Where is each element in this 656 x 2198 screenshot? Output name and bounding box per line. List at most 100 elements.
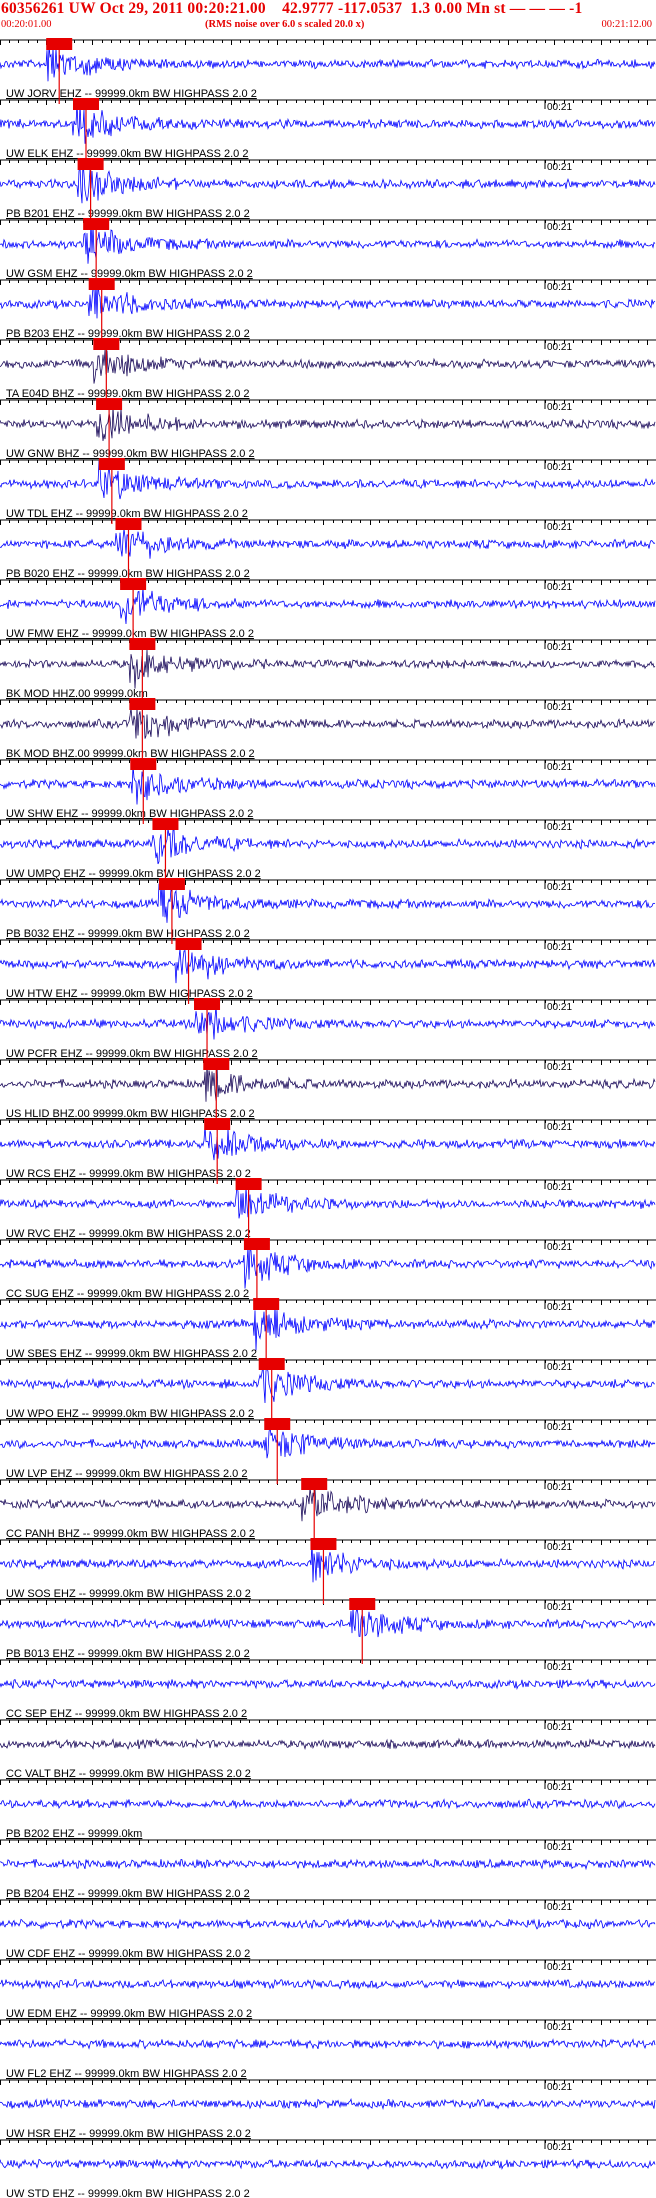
- trace-label: UW STD EHZ -- 99999.0km BW HIGHPASS 2.0 …: [6, 2188, 250, 2198]
- trace-label: BK MOD HHZ.00 99999.0km: [6, 688, 148, 700]
- pick-flag: [129, 698, 156, 710]
- trace-waveform: [0, 349, 656, 384]
- pick-flag: [243, 1238, 270, 1250]
- minute-mark-label: 00:21: [547, 1902, 572, 1913]
- window-end-time: 00:21:12.00: [601, 19, 652, 30]
- trace-label: UW RVC EHZ -- 99999.0km BW HIGHPASS 2.0 …: [6, 1228, 251, 1240]
- pick-flag: [158, 878, 185, 890]
- trace-label: UW HSR EHZ -- 99999.0km BW HIGHPASS 2.0 …: [6, 2128, 251, 2140]
- minute-mark-label: 00:21: [547, 2142, 572, 2153]
- trace-label: PB B202 EHZ -- 99999.0km: [6, 1828, 142, 1840]
- trace-label: TA E04D BHZ -- 99999.0km BW HIGHPASS 2.0…: [6, 388, 250, 400]
- pick-flag: [253, 1298, 280, 1310]
- minute-mark-label: 00:21: [547, 702, 572, 713]
- minute-mark-label: 00:21: [547, 1302, 572, 1313]
- trace-label: UW RCS EHZ -- 99999.0km BW HIGHPASS 2.0 …: [6, 1168, 251, 1180]
- minute-mark-label: 00:21: [547, 882, 572, 893]
- minute-mark-label: 00:21: [547, 1662, 572, 1673]
- plot-header: 60356261 UW Oct 29, 2011 00:20:21.00 42.…: [0, 0, 656, 36]
- trace-waveform: [0, 1798, 656, 1810]
- minute-mark-label: 00:21: [547, 1422, 572, 1433]
- minute-mark-label: 00:21: [547, 1782, 572, 1793]
- trace-label: PB B203 EHZ -- 99999.0km BW HIGHPASS 2.0…: [6, 328, 250, 340]
- minute-mark-label: 00:21: [547, 402, 572, 413]
- pick-flag: [204, 1118, 231, 1130]
- minute-mark-label: 00:21: [547, 2022, 572, 2033]
- minute-mark-label: 00:21: [547, 1242, 572, 1253]
- pick-flag: [120, 578, 147, 590]
- minute-mark-label: 00:21: [547, 1122, 572, 1133]
- minute-mark-label: 00:21: [547, 282, 572, 293]
- pick-flag: [46, 38, 73, 50]
- pick-flag: [130, 758, 157, 770]
- trace-label: UW CDF EHZ -- 99999.0km BW HIGHPASS 2.0 …: [6, 1948, 250, 1960]
- trace-label: PB B013 EHZ -- 99999.0km BW HIGHPASS 2.0…: [6, 1648, 250, 1660]
- pick-flag: [301, 1478, 328, 1490]
- trace-waveform: [0, 1858, 656, 1871]
- trace-waveform: [0, 649, 656, 689]
- trace-label: PB B204 EHZ -- 99999.0km BW HIGHPASS 2.0…: [6, 1888, 250, 1900]
- pick-flag: [72, 98, 99, 110]
- trace-waveform: [0, 2038, 656, 2050]
- minute-mark-label: 00:21: [547, 1542, 572, 1553]
- trace-label: UW JORV EHZ -- 99999.0km BW HIGHPASS 2.0…: [6, 88, 257, 100]
- minute-mark-label: 00:21: [547, 522, 572, 533]
- pick-flag: [310, 1538, 337, 1550]
- pick-flag: [194, 998, 221, 1010]
- pick-flag: [349, 1598, 376, 1610]
- pick-flag: [77, 158, 104, 170]
- trace-label: UW EDM EHZ -- 99999.0km BW HIGHPASS 2.0 …: [6, 2008, 252, 2020]
- pick-flag: [129, 638, 156, 650]
- trace-waveform: [0, 2158, 656, 2170]
- minute-mark-label: 00:21: [547, 822, 572, 833]
- pick-flag: [98, 458, 125, 470]
- minute-mark-label: 00:21: [547, 1722, 572, 1733]
- trace-label: UW SOS EHZ -- 99999.0km BW HIGHPASS 2.0 …: [6, 1588, 251, 1600]
- pick-flag: [152, 818, 179, 830]
- minute-mark-label: 00:21: [547, 162, 572, 173]
- trace-label: CC VALT BHZ -- 99999.0km BW HIGHPASS 2.0…: [6, 1768, 251, 1780]
- trace-waveform: [0, 1246, 656, 1289]
- minute-mark-label: 00:21: [547, 1482, 572, 1493]
- minute-mark-label: 00:21: [547, 1002, 572, 1013]
- trace-waveform: [0, 2097, 656, 2111]
- trace-label: UW SBES EHZ -- 99999.0km BW HIGHPASS 2.0…: [6, 1348, 257, 1360]
- trace-label: UW FL2 EHZ -- 99999.0km BW HIGHPASS 2.0 …: [6, 2068, 247, 2080]
- minute-mark-label: 00:21: [547, 1842, 572, 1853]
- pick-flag: [175, 938, 202, 950]
- pick-flag: [88, 278, 115, 290]
- trace-label: UW ELK EHZ -- 99999.0km BW HIGHPASS 2.0 …: [6, 148, 248, 160]
- pick-flag: [83, 218, 110, 230]
- trace-label: UW LVP EHZ -- 99999.0km BW HIGHPASS 2.0 …: [6, 1468, 247, 1480]
- minute-mark-label: 00:21: [547, 1062, 572, 1073]
- minute-mark-label: 00:21: [547, 1962, 572, 1973]
- minute-mark-label: 00:21: [547, 762, 572, 773]
- minute-mark-label: 00:21: [547, 942, 572, 953]
- minute-mark-label: 00:21: [547, 642, 572, 653]
- trace-waveform: [0, 587, 656, 625]
- trace-waveform: [0, 1918, 656, 1930]
- pick-flag: [203, 1058, 230, 1070]
- minute-mark-label: 00:21: [547, 1602, 572, 1613]
- window-start-time: 00:20:01.00: [1, 19, 52, 30]
- minute-mark-label: 00:21: [547, 342, 572, 353]
- trace-label: CC SUG EHZ -- 99999.0km BW HIGHPASS 2.0 …: [6, 1288, 249, 1300]
- seismogram-plot: 00:21 00:21 00:21 00:21 00:21 00:21 00:21 00:21…: [0, 38, 656, 2198]
- trace-label: UW SHW EHZ -- 99999.0km BW HIGHPASS 2.0 …: [6, 808, 253, 820]
- pick-flag: [235, 1178, 262, 1190]
- minute-mark-label: 00:21: [547, 2082, 572, 2093]
- trace-label: UW WPO EHZ -- 99999.0km BW HIGHPASS 2.0 …: [6, 1408, 254, 1420]
- minute-mark-label: 00:21: [547, 582, 572, 593]
- trace-label: PB B032 EHZ -- 99999.0km BW HIGHPASS 2.0…: [6, 928, 250, 940]
- trace-waveform: [0, 1737, 656, 1750]
- trace-label: UW GSM EHZ -- 99999.0km BW HIGHPASS 2.0 …: [6, 268, 253, 280]
- minute-mark-label: 00:21: [547, 102, 572, 113]
- pick-flag: [258, 1358, 285, 1370]
- pick-flag: [264, 1418, 291, 1430]
- trace-waveform: [0, 827, 656, 865]
- trace-label: PB B201 EHZ -- 99999.0km BW HIGHPASS 2.0…: [6, 208, 250, 220]
- minute-mark-label: 00:21: [547, 222, 572, 233]
- minute-mark-label: 00:21: [547, 1182, 572, 1193]
- minute-mark-label: 00:21: [547, 462, 572, 473]
- trace-label: UW UMPQ EHZ -- 99999.0km BW HIGHPASS 2.0…: [6, 868, 261, 880]
